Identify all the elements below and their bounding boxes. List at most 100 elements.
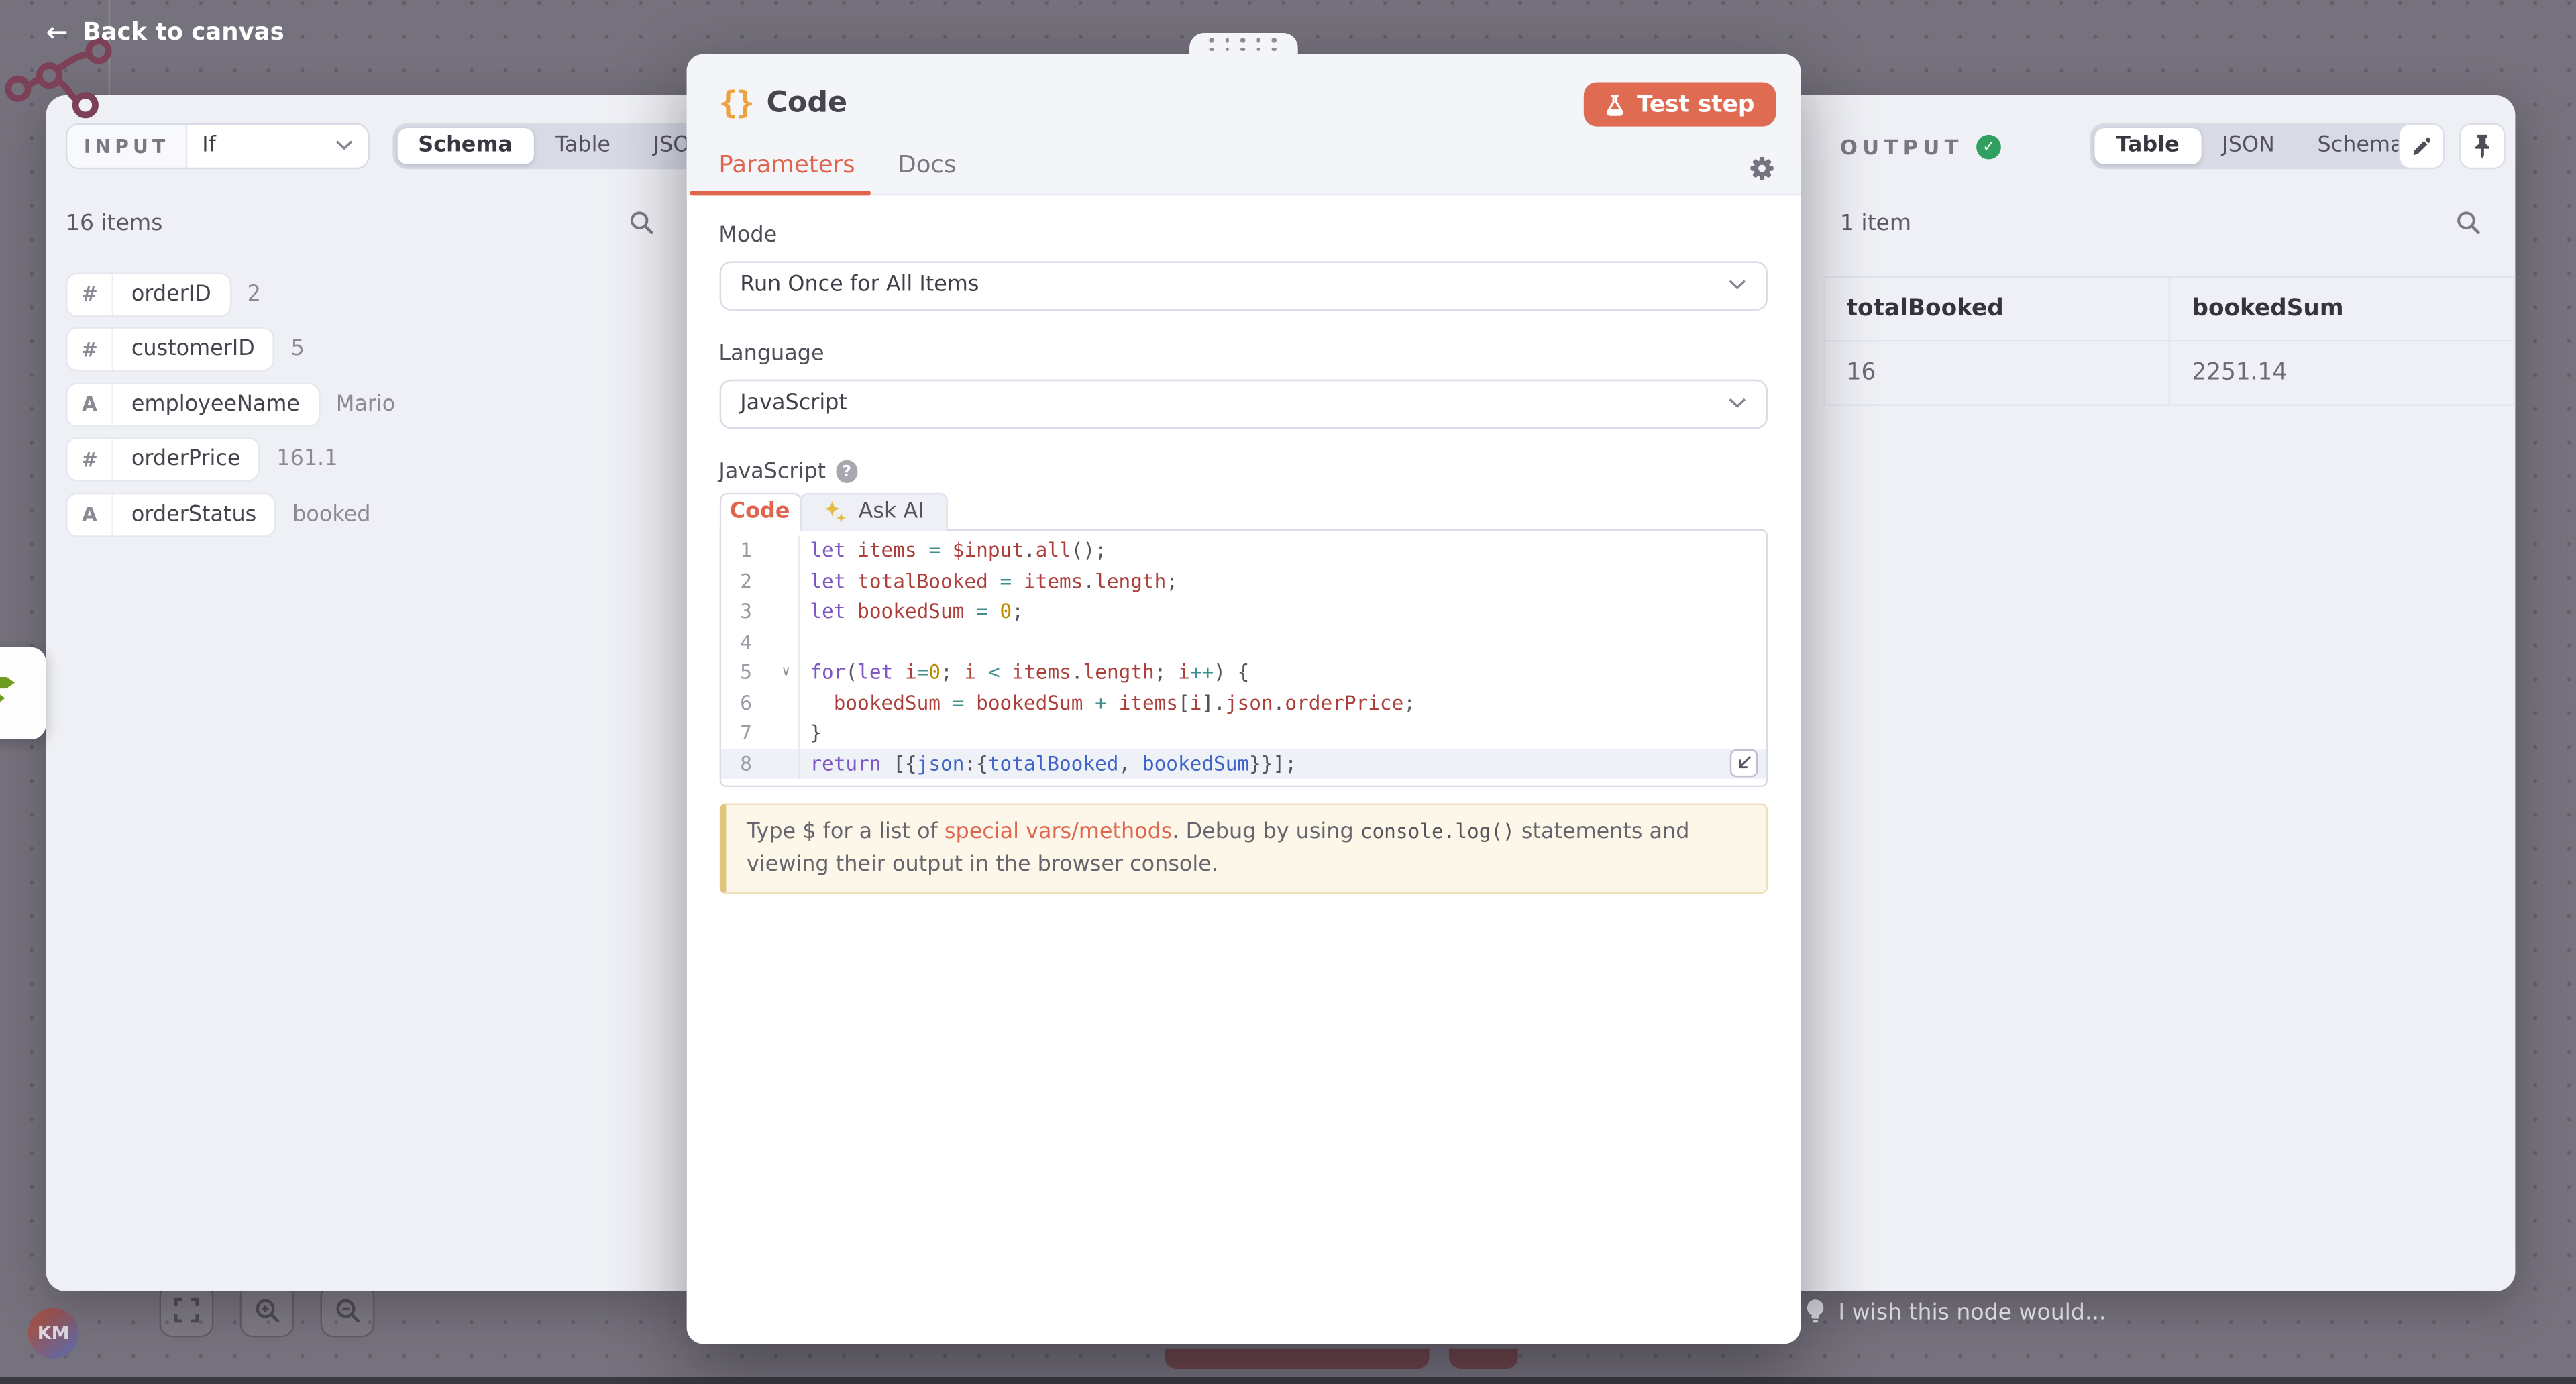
zoom-to-fit-button[interactable] bbox=[160, 1283, 214, 1338]
zoom-out-icon bbox=[334, 1297, 360, 1323]
back-to-canvas-button[interactable]: ← Back to canvas bbox=[46, 19, 284, 46]
console-log-code: console.log() bbox=[1360, 820, 1515, 843]
node-title[interactable]: Code bbox=[766, 87, 847, 120]
active-tab-underline bbox=[689, 190, 869, 195]
search-icon[interactable] bbox=[629, 210, 653, 235]
pencil-icon bbox=[2410, 134, 2433, 157]
code-line[interactable]: 8return [{json:{totalBooked, bookedSum}}… bbox=[720, 749, 1766, 779]
fold-chevron-icon[interactable]: ∨ bbox=[782, 657, 790, 688]
hint-text: . Debug by using bbox=[1172, 820, 1360, 845]
code-editor-lines: 1let items = $input.all();2let totalBook… bbox=[720, 535, 1766, 778]
edit-output-button[interactable] bbox=[2399, 123, 2445, 169]
test-step-label: Test step bbox=[1637, 91, 1754, 117]
code-line[interactable]: 6 bookedSum = bookedSum + items[i].json.… bbox=[720, 688, 1766, 718]
code-text: for(let i=0; i < items.length; i++) { bbox=[800, 657, 1250, 688]
open-expression-icon bbox=[1735, 754, 1752, 770]
zoom-out-button[interactable] bbox=[321, 1283, 375, 1338]
line-number: 5∨ bbox=[720, 657, 800, 688]
output-view-switcher: Table JSON Schema bbox=[2090, 123, 2430, 169]
code-line[interactable]: 5∨for(let i=0; i < items.length; i++) { bbox=[720, 657, 1766, 688]
flask-icon bbox=[1606, 93, 1625, 115]
editor-label: JavaScript bbox=[718, 459, 826, 484]
line-number: 8 bbox=[720, 749, 800, 779]
language-label: Language bbox=[718, 341, 1768, 366]
code-line[interactable]: 1let items = $input.all(); bbox=[720, 535, 1766, 566]
if-node-partial[interactable] bbox=[0, 647, 46, 739]
schema-item[interactable]: #orderPrice161.1 bbox=[66, 437, 659, 482]
number-type-icon: # bbox=[67, 274, 113, 315]
code-text: bookedSum = bookedSum + items[i].json.or… bbox=[800, 688, 1415, 718]
code-line[interactable]: 4 bbox=[720, 627, 1766, 657]
input-items-count: 16 items bbox=[66, 210, 163, 236]
code-text: let items = $input.all(); bbox=[800, 535, 1107, 566]
line-number: 4 bbox=[720, 627, 800, 657]
sparkles-icon bbox=[822, 499, 847, 524]
zoom-in-button[interactable] bbox=[240, 1283, 294, 1338]
number-type-icon: # bbox=[67, 329, 113, 370]
help-icon[interactable]: ? bbox=[836, 460, 858, 482]
string-type-icon: A bbox=[67, 384, 113, 425]
input-schema-list: #orderID 2 #customerID 5 AemployeeName Mario #… bbox=[66, 272, 659, 547]
output-table[interactable]: totalBookedbookedSum 162251.14 bbox=[1823, 276, 2515, 405]
output-tab-json[interactable]: JSON bbox=[2201, 128, 2296, 164]
number-type-icon: # bbox=[67, 439, 113, 480]
code-text: let bookedSum = 0; bbox=[800, 596, 1024, 627]
code-line[interactable]: 7} bbox=[720, 718, 1766, 748]
expand-editor-button[interactable] bbox=[1730, 749, 1758, 777]
back-to-canvas-label: Back to canvas bbox=[83, 19, 284, 46]
editor-tab-code[interactable]: Code bbox=[718, 492, 800, 529]
test-step-button[interactable]: Test step bbox=[1585, 82, 1776, 126]
special-vars-link[interactable]: special vars/methods bbox=[945, 820, 1173, 845]
avatar-initials: KM bbox=[38, 1322, 70, 1344]
chevron-down-icon bbox=[1728, 279, 1746, 290]
node-detail-modal: {} Code Test step Parameters Docs bbox=[686, 54, 1801, 1344]
pin-data-button[interactable] bbox=[2459, 123, 2506, 169]
editor-tab-ask-ai[interactable]: Ask AI bbox=[799, 492, 947, 529]
schema-field-pill[interactable]: #orderPrice bbox=[66, 437, 260, 482]
fit-view-icon bbox=[174, 1298, 199, 1323]
schema-item[interactable]: #customerID 5 bbox=[66, 327, 659, 372]
code-node-icon: {} bbox=[718, 85, 753, 121]
schema-field-pill[interactable]: #orderID bbox=[66, 272, 231, 317]
output-table-row[interactable]: 162251.14 bbox=[1825, 341, 2515, 405]
code-text: let totalBooked = items.length; bbox=[800, 566, 1178, 596]
input-source-select[interactable]: INPUT If bbox=[66, 123, 370, 169]
hint-text: Type $ for a list of bbox=[747, 820, 945, 845]
input-tab-table[interactable]: Table bbox=[534, 128, 632, 164]
schema-field-value: 2 bbox=[248, 282, 261, 307]
string-type-icon: A bbox=[67, 494, 113, 535]
modal-header: {} Code Test step Parameters Docs bbox=[686, 54, 1801, 195]
schema-field-pill[interactable]: #customerID bbox=[66, 327, 274, 372]
output-tab-table[interactable]: Table bbox=[2094, 128, 2200, 164]
output-table-cell: 16 bbox=[1825, 341, 2170, 405]
user-avatar[interactable]: KM bbox=[28, 1308, 79, 1359]
code-line[interactable]: 2let totalBooked = items.length; bbox=[720, 566, 1766, 596]
input-tab-schema[interactable]: Schema bbox=[396, 128, 533, 164]
schema-field-value: Mario bbox=[336, 392, 395, 417]
schema-item[interactable]: #orderID 2 bbox=[66, 272, 659, 317]
chevron-down-icon bbox=[335, 140, 354, 152]
dimmed-canvas-button bbox=[1449, 1349, 1518, 1368]
language-value: JavaScript bbox=[740, 391, 847, 416]
modal-drag-handle[interactable] bbox=[1189, 33, 1297, 56]
mode-select[interactable]: Run Once for All Items bbox=[718, 260, 1768, 309]
code-line[interactable]: 3let bookedSum = 0; bbox=[720, 596, 1766, 627]
output-table-cell: 2251.14 bbox=[2169, 341, 2514, 405]
node-feedback-prompt[interactable]: I wish this node would... bbox=[1805, 1298, 2106, 1326]
screen: ← Back to canvas KM bbox=[0, 0, 2576, 1384]
node-settings-gear-icon[interactable] bbox=[1750, 155, 1774, 180]
schema-item[interactable]: AorderStatusbooked bbox=[66, 492, 659, 537]
schema-item[interactable]: AemployeeName Mario bbox=[66, 382, 659, 427]
code-editor[interactable]: 1let items = $input.all();2let totalBook… bbox=[718, 528, 1768, 786]
language-select[interactable]: JavaScript bbox=[718, 378, 1768, 427]
editor-tabs: Code Ask AI bbox=[718, 492, 1768, 529]
dimmed-test-workflow-button bbox=[1165, 1349, 1429, 1368]
schema-field-value: 5 bbox=[291, 337, 305, 362]
line-number: 6 bbox=[720, 688, 800, 718]
schema-field-pill[interactable]: AemployeeName bbox=[66, 382, 319, 427]
tab-parameters[interactable]: Parameters bbox=[718, 152, 855, 178]
chevron-down-icon bbox=[1728, 398, 1746, 409]
tab-docs[interactable]: Docs bbox=[898, 152, 956, 178]
schema-field-pill[interactable]: AorderStatus bbox=[66, 492, 276, 537]
search-icon[interactable] bbox=[2456, 210, 2481, 235]
